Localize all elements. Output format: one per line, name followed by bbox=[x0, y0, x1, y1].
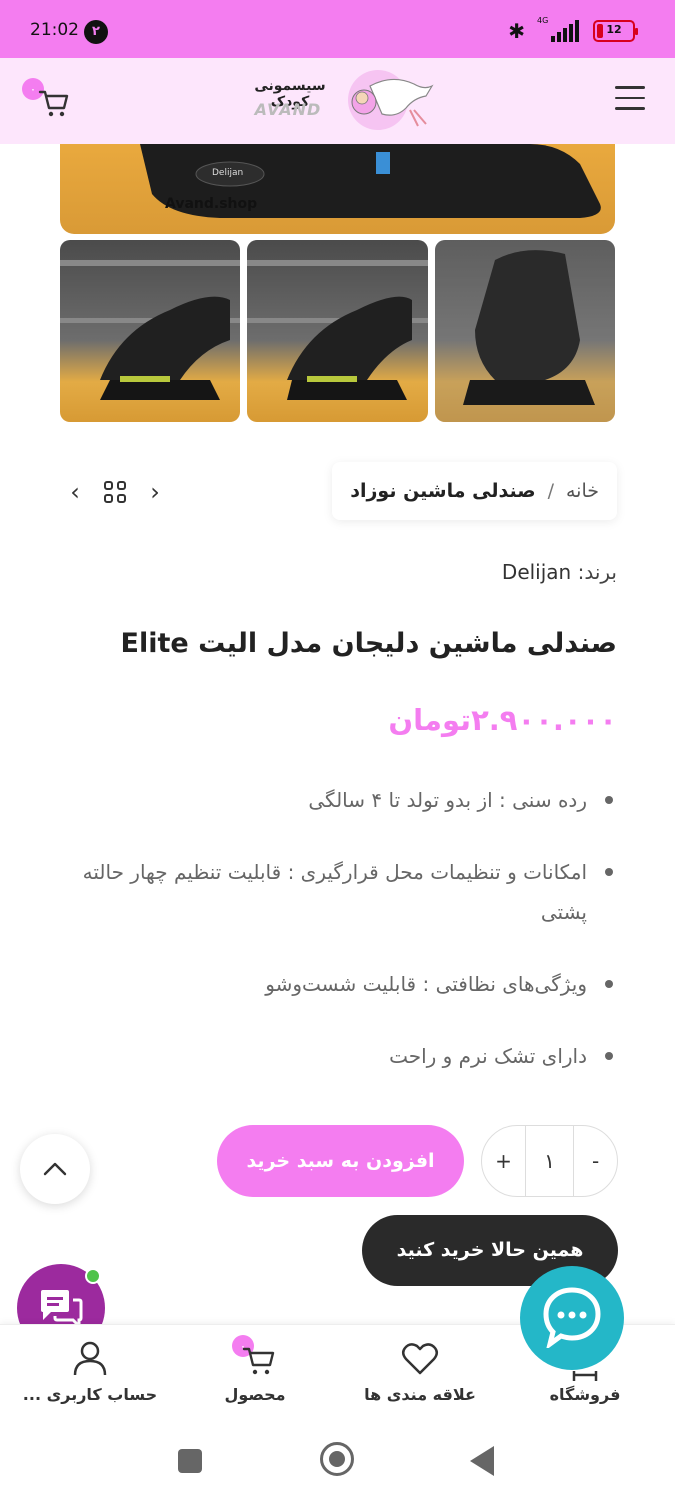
status-bar: 21:02 ۲ ✱ 4G 12 bbox=[0, 0, 675, 58]
product-navigation: ‹ › bbox=[64, 478, 166, 506]
online-status-dot bbox=[85, 1268, 101, 1284]
chevron-up-icon bbox=[43, 1162, 67, 1176]
quantity-input[interactable]: ۱ bbox=[524, 1126, 575, 1196]
feature-item: ویژگی‌های نظافتی : قابلیت شست‌وشو bbox=[77, 964, 617, 1004]
cart-icon bbox=[38, 90, 69, 117]
nav-favorites-label: علاقه مندی ها bbox=[364, 1385, 476, 1404]
add-to-cart-button[interactable]: افزودن به سبد خرید bbox=[217, 1125, 464, 1197]
network-type: 4G bbox=[537, 16, 549, 25]
product-features: رده سنی : از بدو تولد تا ۴ سالگی امکانات… bbox=[77, 780, 617, 1108]
product-price: ۲.۹۰۰.۰۰۰تومان bbox=[388, 703, 617, 737]
product-main-image[interactable]: Avand.shop Delijan bbox=[60, 144, 615, 234]
product-title: صندلی ماشین دلیجان مدل الیت Elite bbox=[120, 628, 617, 659]
logo-brand: AVAND bbox=[254, 100, 322, 119]
heart-icon bbox=[402, 1343, 438, 1375]
car-seat-base-image bbox=[140, 144, 601, 218]
scroll-to-top-button[interactable] bbox=[20, 1134, 90, 1204]
site-header: ۰ سیسمونی کودک AVAND bbox=[0, 58, 675, 144]
nav-shop-label: فروشگاه bbox=[549, 1385, 621, 1404]
nav-account[interactable]: حساب کاربری ... bbox=[15, 1325, 165, 1421]
signal-icon: 4G bbox=[537, 16, 581, 44]
cart-icon bbox=[242, 1347, 275, 1375]
nav-product[interactable]: ۰ محصول bbox=[180, 1325, 330, 1421]
nav-product-label: محصول bbox=[224, 1385, 286, 1404]
next-product-chevron-right-icon[interactable]: › bbox=[144, 478, 166, 506]
header-cart-button[interactable]: ۰ bbox=[22, 78, 72, 122]
thumbnail-2[interactable] bbox=[247, 240, 428, 422]
status-icons: ✱ 4G 12 bbox=[508, 16, 638, 44]
breadcrumb-category-link[interactable]: صندلی ماشین نوزاد bbox=[350, 480, 535, 502]
battery-level: 12 bbox=[606, 23, 622, 36]
user-icon bbox=[73, 1341, 107, 1376]
product-brand: برند: Delijan bbox=[502, 560, 617, 584]
battery-icon: 12 bbox=[593, 20, 638, 42]
back-icon[interactable] bbox=[470, 1446, 494, 1476]
brand-value[interactable]: Delijan bbox=[502, 560, 571, 584]
thumbnail-1[interactable] bbox=[60, 240, 241, 422]
grid-view-icon[interactable] bbox=[104, 481, 126, 503]
nav-account-label: حساب کاربری ... bbox=[22, 1385, 158, 1404]
site-logo[interactable]: سیسمونی کودک AVAND bbox=[240, 68, 440, 134]
breadcrumb-separator: / bbox=[547, 480, 554, 502]
breadcrumb: خانه / صندلی ماشین نوزاد bbox=[332, 462, 617, 520]
feature-item: دارای تشک نرم و راحت bbox=[77, 1036, 617, 1076]
chat-bubbles-icon bbox=[41, 1290, 83, 1328]
feature-item: رده سنی : از بدو تولد تا ۴ سالگی bbox=[77, 780, 617, 820]
stork-logo-icon bbox=[348, 70, 434, 130]
message-bubble-icon bbox=[543, 1287, 601, 1348]
seat-brand-label: Delijan bbox=[212, 168, 244, 178]
hamburger-menu-icon[interactable] bbox=[615, 86, 647, 112]
breadcrumb-home-link[interactable]: خانه bbox=[566, 480, 599, 502]
notification-badge: ۲ bbox=[84, 20, 108, 44]
previous-product-chevron-left-icon[interactable]: ‹ bbox=[64, 478, 86, 506]
quantity-minus-button[interactable]: - bbox=[574, 1126, 617, 1196]
messenger-button[interactable] bbox=[520, 1266, 624, 1370]
recent-apps-icon[interactable] bbox=[178, 1449, 202, 1473]
quantity-plus-button[interactable]: + bbox=[482, 1126, 525, 1196]
thumbnail-3[interactable] bbox=[434, 240, 615, 422]
nav-favorites[interactable]: علاقه مندی ها bbox=[345, 1325, 495, 1421]
feature-item: امکانات و تنظیمات محل قرارگیری : قابلیت … bbox=[77, 852, 617, 932]
status-time: 21:02 bbox=[30, 20, 79, 40]
quantity-stepper: + ۱ - bbox=[481, 1125, 618, 1197]
image-thumbnails bbox=[60, 240, 615, 422]
bluetooth-icon: ✱ bbox=[508, 19, 525, 43]
home-icon[interactable] bbox=[320, 1442, 354, 1476]
system-navigation-bar bbox=[0, 1420, 675, 1500]
brand-label: برند: bbox=[577, 560, 617, 584]
image-watermark: Avand.shop bbox=[165, 196, 258, 212]
